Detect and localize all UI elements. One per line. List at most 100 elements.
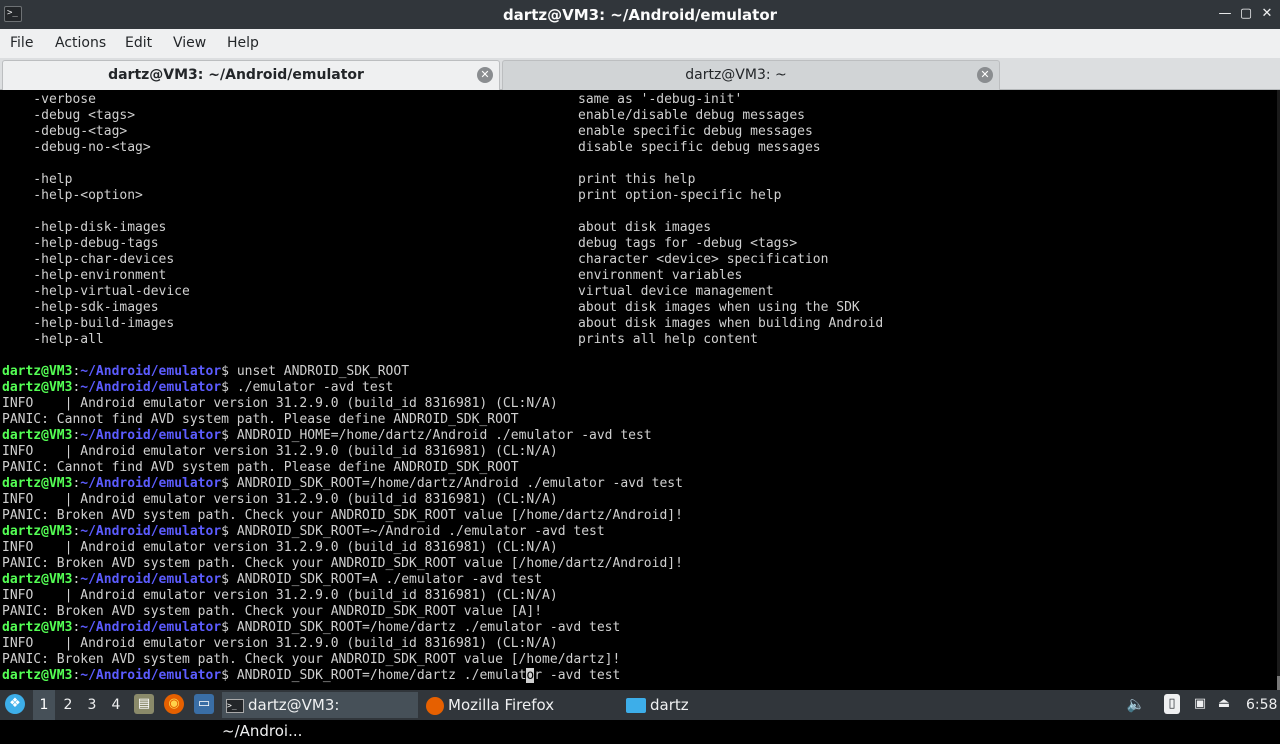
task-firefox[interactable]: Mozilla Firefox [424,692,614,718]
output-line: PANIC: Cannot find AVD system path. Plea… [2,412,519,427]
help-description: prints all help content [578,332,759,347]
workspace-1[interactable]: 1 [33,690,55,720]
help-option: -debug-<tag> [2,124,128,139]
network-icon[interactable]: ▣ [1190,694,1210,714]
prompt-line: dartz@VM3:~/Android/emulator$ ANDROID_SD… [2,476,683,492]
menu-bar: File Actions Edit View Help [0,29,1280,58]
output-line: INFO | Android emulator version 31.2.9.0… [2,636,558,651]
help-option: -verbose [2,92,96,107]
close-tab-icon[interactable]: ✕ [477,67,493,83]
help-description: print this help [578,172,696,187]
prompt-symbol: $ [221,428,237,443]
output-line: INFO | Android emulator version 31.2.9.0… [2,588,558,603]
task-terminal[interactable]: >_ dartz@VM3: ~/Androi... [222,692,418,740]
help-description: about disk images when building Android [578,316,884,331]
output-line: INFO | Android emulator version 31.2.9.0… [2,396,558,411]
start-menu-icon[interactable]: ❖ [5,694,25,714]
prompt-symbol: $ [221,572,237,587]
prompt-user-host: dartz@VM3 [2,668,73,683]
prompt-path: ~/Android/emulator [80,380,222,395]
task-folder[interactable]: dartz [624,692,804,718]
output-line: INFO | Android emulator version 31.2.9.0… [2,444,558,459]
command-text: ANDROID_SDK_ROOT=/home/dartz ./emulat [236,668,527,683]
prompt-user-host: dartz@VM3 [2,380,73,395]
prompt-user-host: dartz@VM3 [2,524,73,539]
close-tab-icon[interactable]: ✕ [977,67,993,83]
prompt-path: ~/Android/emulator [80,428,222,443]
help-description: about disk images [578,220,712,235]
window-title: dartz@VM3: ~/Android/emulator [502,6,778,24]
folder-icon [626,698,646,713]
eject-icon[interactable]: ⏏ [1214,694,1234,714]
menu-edit[interactable]: Edit [125,35,152,51]
command-text: ANDROID_SDK_ROOT=/home/dartz/Android ./e… [236,476,683,491]
close-icon[interactable]: ✕ [1258,5,1276,23]
output-line: PANIC: Broken AVD system path. Check you… [2,652,621,667]
clock[interactable]: 6:58 [1246,690,1277,720]
prompt-symbol: $ [221,476,237,491]
help-option: -help-build-images [2,316,175,331]
menu-view[interactable]: View [173,35,206,51]
prompt-user-host: dartz@VM3 [2,620,73,635]
output-line: PANIC: Broken AVD system path. Check you… [2,556,683,571]
help-option: -help-debug-tags [2,236,159,251]
help-option: -debug <tags> [2,108,136,123]
output-line: INFO | Android emulator version 31.2.9.0… [2,540,558,555]
help-option: -help-<option> [2,188,143,203]
workspace-4[interactable]: 4 [105,690,127,720]
clipboard-icon[interactable]: ▯ [1164,694,1180,714]
terminal-output[interactable]: -verbose same as '-debug-init' -debug <ta… [0,90,1280,690]
menu-actions[interactable]: Actions [55,35,106,51]
help-description: enable/disable debug messages [578,108,805,123]
command-text: ANDROID_SDK_ROOT=~/Android ./emulator -a… [236,524,605,539]
output-line: PANIC: Broken AVD system path. Check you… [2,508,683,523]
command-text: r -avd test [534,668,621,683]
prompt-line: dartz@VM3:~/Android/emulator$ ANDROID_SD… [2,572,542,588]
command-text: ANDROID_HOME=/home/dartz/Android ./emula… [236,428,652,443]
minimize-icon[interactable]: — [1216,5,1234,23]
prompt-user-host: dartz@VM3 [2,364,73,379]
command-text: ANDROID_SDK_ROOT=A ./emulator -avd test [236,572,543,587]
desktop-icon[interactable]: ▭ [194,694,214,714]
help-option: -help-disk-images [2,220,167,235]
workspace-2[interactable]: 2 [57,690,79,720]
help-option: -help-all [2,332,104,347]
command-text: ANDROID_SDK_ROOT=/home/dartz ./emulator … [236,620,621,635]
menu-file[interactable]: File [10,35,33,51]
prompt-line: dartz@VM3:~/Android/emulator$ ANDROID_SD… [2,620,620,636]
prompt-line: dartz@VM3:~/Android/emulator$ ./emulator… [2,380,393,396]
prompt-path: ~/Android/emulator [80,620,222,635]
prompt-user-host: dartz@VM3 [2,476,73,491]
task-label: Mozilla Firefox [448,696,555,714]
help-option: -help-environment [2,268,167,283]
help-description: environment variables [578,268,743,283]
help-description: same as '-debug-init' [578,92,743,107]
tab-bar: dartz@VM3: ~/Android/emulator ✕ dartz@VM… [0,58,1280,90]
help-description: about disk images when using the SDK [578,300,860,315]
task-label: dartz [650,696,689,714]
output-line: INFO | Android emulator version 31.2.9.0… [2,492,558,507]
help-option: -debug-no-<tag> [2,140,151,155]
prompt-path: ~/Android/emulator [80,668,222,683]
prompt-line: dartz@VM3:~/Android/emulator$ ANDROID_SD… [2,524,605,540]
help-option: -help-virtual-device [2,284,190,299]
maximize-icon[interactable]: ▢ [1237,5,1255,23]
volume-icon[interactable]: 🔈 [1126,694,1146,714]
workspace-3[interactable]: 3 [81,690,103,720]
prompt-user-host: dartz@VM3 [2,428,73,443]
help-description: debug tags for -debug <tags> [578,236,798,251]
prompt-path: ~/Android/emulator [80,524,222,539]
prompt-path: ~/Android/emulator [80,364,222,379]
firefox-icon[interactable]: ◉ [164,694,184,714]
help-option: -help-char-devices [2,252,175,267]
help-description: disable specific debug messages [578,140,821,155]
file-manager-icon[interactable]: ▤ [134,694,154,714]
tab-label: dartz@VM3: ~ [685,67,787,83]
menu-help[interactable]: Help [227,35,259,51]
window-titlebar[interactable]: >_ dartz@VM3: ~/Android/emulator — ▢ ✕ [0,0,1280,29]
tab-home[interactable]: dartz@VM3: ~ ✕ [502,60,1000,90]
tab-label: dartz@VM3: ~/Android/emulator [108,67,364,83]
prompt-line: dartz@VM3:~/Android/emulator$ ANDROID_SD… [2,668,620,684]
tab-emulator[interactable]: dartz@VM3: ~/Android/emulator ✕ [2,60,500,90]
help-description: enable specific debug messages [578,124,813,139]
